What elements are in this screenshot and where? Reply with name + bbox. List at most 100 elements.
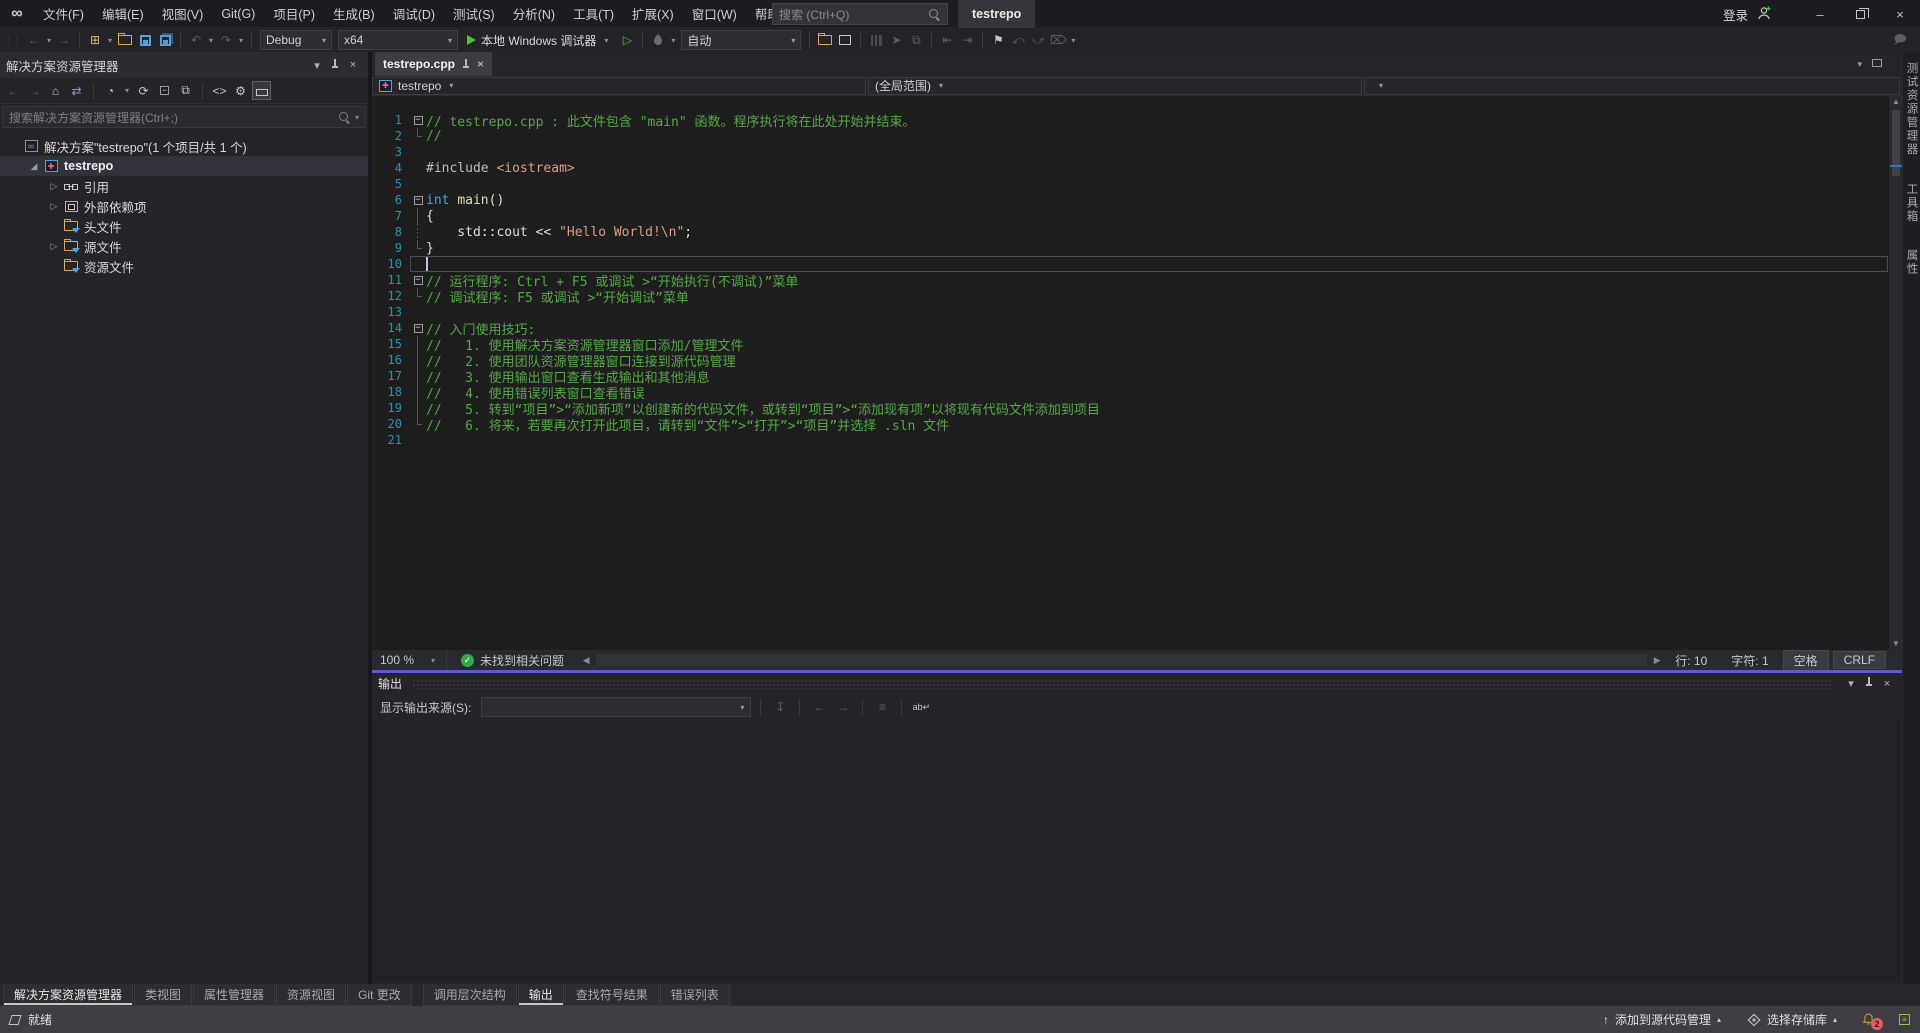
background-tasks-icon[interactable]	[8, 1015, 21, 1025]
code-metrics-icon[interactable]	[866, 30, 886, 50]
code-line-2[interactable]: 2//	[372, 128, 1888, 144]
tree-item-头文件[interactable]: 头文件	[0, 216, 368, 236]
output-pin-icon[interactable]	[1860, 676, 1878, 691]
tree-item-外部依赖项[interactable]: ▷外部依赖项	[0, 196, 368, 216]
zoom-combo[interactable]: 100 %▾	[372, 650, 447, 670]
undo-dropdown[interactable]: ▾	[206, 36, 216, 45]
code-line-3[interactable]: 3	[372, 144, 1888, 160]
expander-icon[interactable]: ▷	[46, 241, 62, 252]
indent-increase-icon[interactable]: ⇥	[957, 30, 977, 50]
solution-explorer-search[interactable]: 搜索解决方案资源管理器(Ctrl+;) ▾	[2, 106, 366, 128]
code-line-12[interactable]: 12// 调试程序: F5 或调试 >“开始调试”菜单	[372, 288, 1888, 304]
next-message-icon[interactable]: →	[833, 697, 853, 717]
auto-hide-tab-测试资源管理器[interactable]: 测试资源管理器	[1904, 56, 1920, 163]
menu-Git[interactable]: Git(G)	[212, 0, 264, 27]
redo-icon[interactable]: ↷	[216, 30, 236, 50]
feedback-icon[interactable]: 🗩	[1890, 30, 1910, 50]
add-to-source-control-button[interactable]: ↑ 添加到源代码管理 ▴	[1603, 1011, 1721, 1028]
menu-编辑[interactable]: 编辑(E)	[93, 0, 153, 27]
solution-platform-combo[interactable]: x64▾	[338, 30, 458, 50]
window-position-icon[interactable]: ▾	[308, 59, 326, 72]
navigate-cursor-icon[interactable]: ➤	[886, 30, 906, 50]
drag-handle[interactable]	[412, 679, 1832, 689]
redo-dropdown[interactable]: ▾	[236, 36, 246, 45]
preview-selected-items-icon[interactable]	[252, 81, 271, 100]
output-window-position-icon[interactable]: ▾	[1842, 677, 1860, 690]
document-health-indicator[interactable]: ✓ 未找到相关问题	[447, 652, 578, 669]
menu-视图[interactable]: 视图(V)	[153, 0, 213, 27]
toolbar-grip[interactable]: ⋮⋮	[4, 35, 20, 46]
preview-window-icon[interactable]	[835, 30, 855, 50]
output-content[interactable]	[374, 720, 1900, 982]
output-header[interactable]: 输出 ▾ ×	[372, 673, 1902, 694]
tree-item-解决方案"testrep[interactable]: ∞解决方案"testrepo"(1 个项目/共 1 个)	[0, 136, 368, 156]
save-all-icon[interactable]	[155, 30, 175, 50]
copy-paste-icon[interactable]: ⧉	[906, 30, 926, 50]
solution-configuration-combo[interactable]: Debug▾	[260, 30, 332, 50]
pending-changes-filter-icon[interactable]: ◔	[101, 81, 120, 100]
tab-pin-icon[interactable]	[462, 58, 470, 70]
output-source-combo[interactable]: ▾	[481, 697, 751, 717]
panel-tab-调用层次结构[interactable]: 调用层次结构	[423, 984, 517, 1006]
navigate-back-icon[interactable]: ←	[24, 30, 44, 50]
code-line-5[interactable]: 5	[372, 176, 1888, 192]
next-bookmark-icon[interactable]: ⤻	[1028, 30, 1048, 50]
auto-hide-tab-工具箱[interactable]: 工具箱	[1904, 177, 1920, 230]
code-line-4[interactable]: 4#include <iostream>	[372, 160, 1888, 176]
menu-工具[interactable]: 工具(T)	[564, 0, 623, 27]
start-debugging-button[interactable]: 本地 Windows 调试器 ▾	[461, 32, 617, 49]
clear-bookmarks-icon[interactable]: ⌦	[1048, 30, 1068, 50]
menu-测试[interactable]: 测试(S)	[444, 0, 504, 27]
menu-扩展[interactable]: 扩展(X)	[623, 0, 683, 27]
panel-tab-资源视图[interactable]: 资源视图	[276, 984, 346, 1006]
select-repository-button[interactable]: 选择存储库 ▴	[1747, 1011, 1837, 1028]
undo-icon[interactable]: ↶	[186, 30, 206, 50]
hot-reload-dropdown[interactable]: ▾	[668, 36, 678, 45]
panel-tab-错误列表[interactable]: 错误列表	[660, 984, 730, 1006]
tree-item-资源文件[interactable]: 资源文件	[0, 256, 368, 276]
line-indicator[interactable]: 行: 10	[1665, 652, 1717, 669]
restore-button[interactable]	[1840, 0, 1880, 28]
scroll-down-icon[interactable]: ▼	[1889, 638, 1902, 650]
fold-margin[interactable]: −	[410, 272, 426, 288]
code-line-20[interactable]: 20// 6. 将来，若要再次打开此项目，请转到“文件”>“打开”>“项目”并选…	[372, 416, 1888, 432]
filter-dropdown[interactable]: ▾	[122, 86, 132, 95]
document-well-options-icon[interactable]	[1872, 59, 1882, 69]
toolbar-overflow[interactable]: ▾	[1068, 36, 1078, 45]
feedback-smiley-icon[interactable]: ≡	[1899, 1014, 1910, 1025]
code-line-21[interactable]: 21	[372, 432, 1888, 448]
refresh-icon[interactable]: ⟳	[134, 81, 153, 100]
fold-margin[interactable]: −	[410, 112, 426, 128]
open-file-icon[interactable]	[115, 30, 135, 50]
type-scope-combo[interactable]: (全局范围)▾	[868, 77, 1362, 95]
hscroll-right-icon[interactable]: ▶	[1649, 655, 1665, 666]
close-panel-icon[interactable]: ×	[344, 59, 362, 71]
panel-tab-属性管理器[interactable]: 属性管理器	[193, 984, 275, 1006]
hot-reload-mode-combo[interactable]: 自动▾	[681, 30, 801, 50]
save-icon[interactable]	[135, 30, 155, 50]
member-combo[interactable]: ▾	[1364, 77, 1900, 95]
panel-tab-类视图[interactable]: 类视图	[134, 984, 192, 1006]
expander-icon[interactable]: ▷	[46, 181, 62, 192]
se-forward-icon[interactable]: →	[25, 81, 44, 100]
tab-close-icon[interactable]: ×	[477, 57, 484, 71]
scroll-up-icon[interactable]: ▲	[1889, 96, 1902, 108]
quick-search-box[interactable]: 搜索 (Ctrl+Q)	[772, 3, 948, 25]
code-line-8[interactable]: 8 std::cout << "Hello World!\n";	[372, 224, 1888, 240]
indent-decrease-icon[interactable]: ⇤	[937, 30, 957, 50]
feedback-project-chip[interactable]: testrepo	[958, 0, 1035, 28]
panel-tab-输出[interactable]: 输出	[518, 984, 564, 1006]
solution-explorer-header[interactable]: 解决方案资源管理器 ▾ ×	[0, 52, 368, 78]
menu-分析[interactable]: 分析(N)	[504, 0, 564, 27]
panel-tab-查找符号结果[interactable]: 查找符号结果	[565, 984, 659, 1006]
previous-message-icon[interactable]: ←	[809, 697, 829, 717]
show-all-files-icon[interactable]: <>	[210, 81, 229, 100]
notifications-bell-icon[interactable]: 2	[1861, 1012, 1879, 1028]
sign-in-button[interactable]: 登录	[1723, 5, 1748, 24]
expander-icon[interactable]: ◢	[26, 161, 42, 172]
clear-all-icon[interactable]: ≡	[872, 697, 892, 717]
close-button[interactable]: ×	[1880, 0, 1920, 28]
panel-tab-Git 更改[interactable]: Git 更改	[347, 984, 412, 1006]
switch-views-icon[interactable]: ⇄	[67, 81, 86, 100]
menu-项目[interactable]: 项目(P)	[264, 0, 324, 27]
